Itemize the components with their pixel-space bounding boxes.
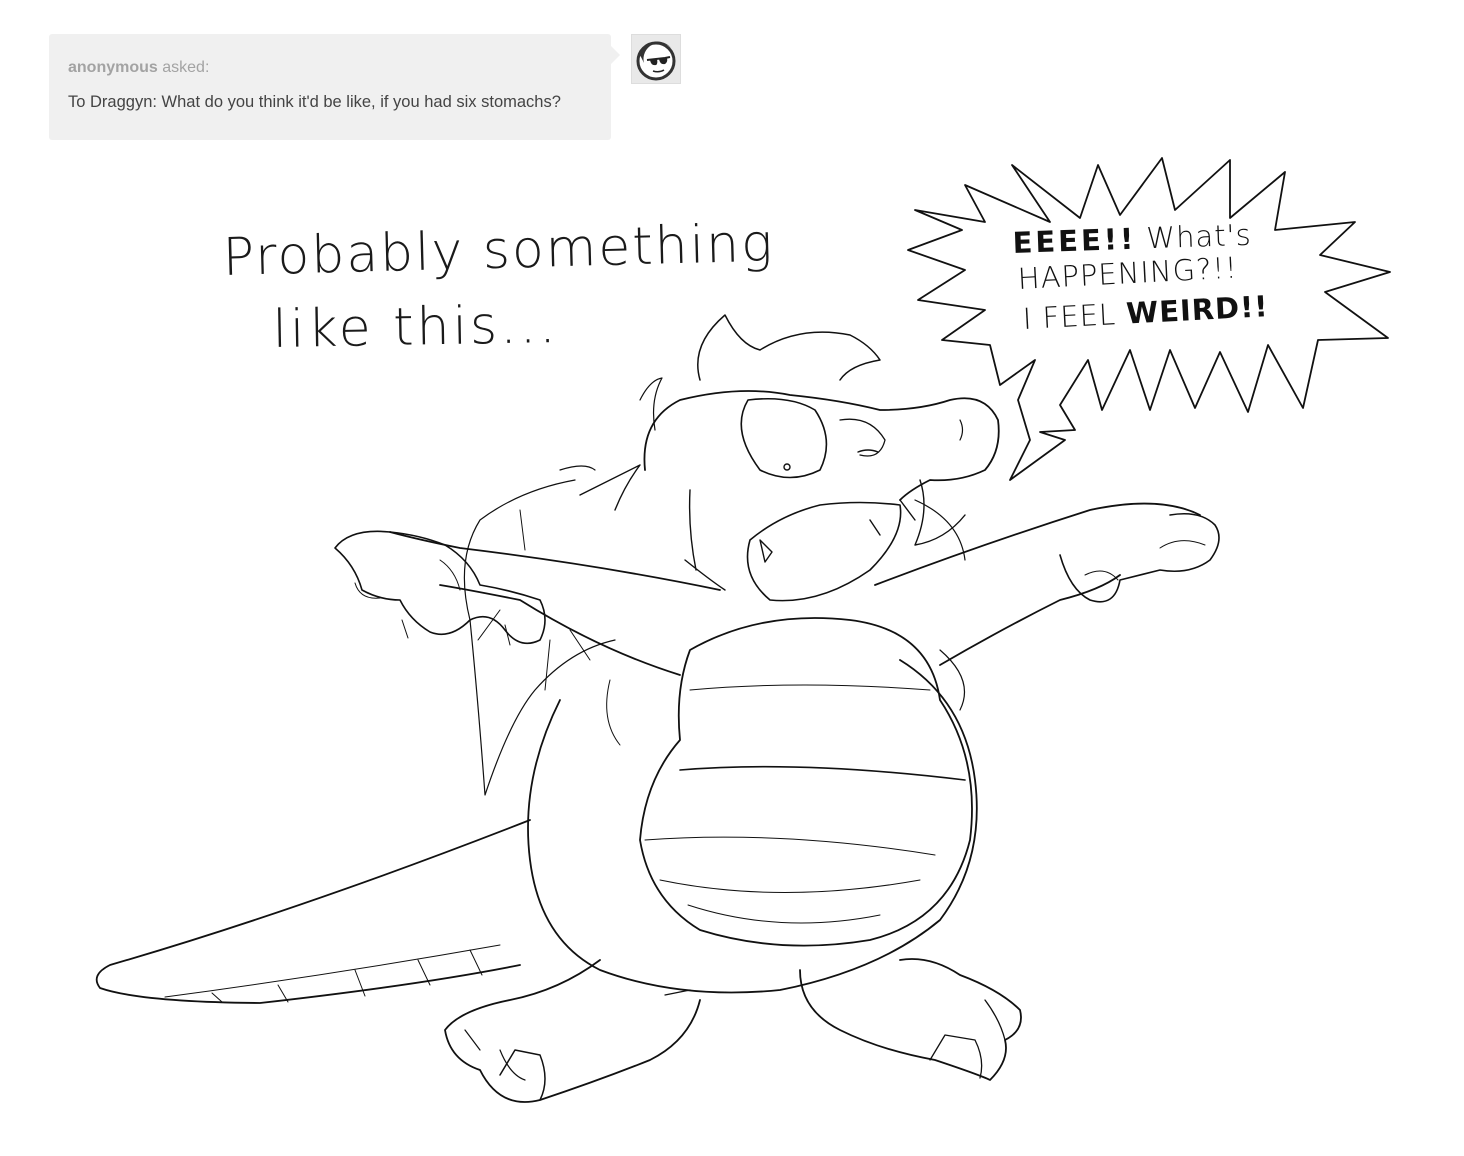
head (643, 390, 1000, 501)
right-wing (914, 499, 966, 711)
belly (639, 617, 973, 947)
left-arm (389, 531, 721, 591)
speech-exclaim: EEEE!! (1012, 221, 1137, 260)
left-leg (444, 959, 701, 1103)
dragon-drawing (95, 157, 1391, 1103)
speech-line-3-start: I FEEL (1022, 297, 1117, 336)
caption-line-2: like this... (272, 295, 560, 360)
mouth (746, 501, 902, 602)
